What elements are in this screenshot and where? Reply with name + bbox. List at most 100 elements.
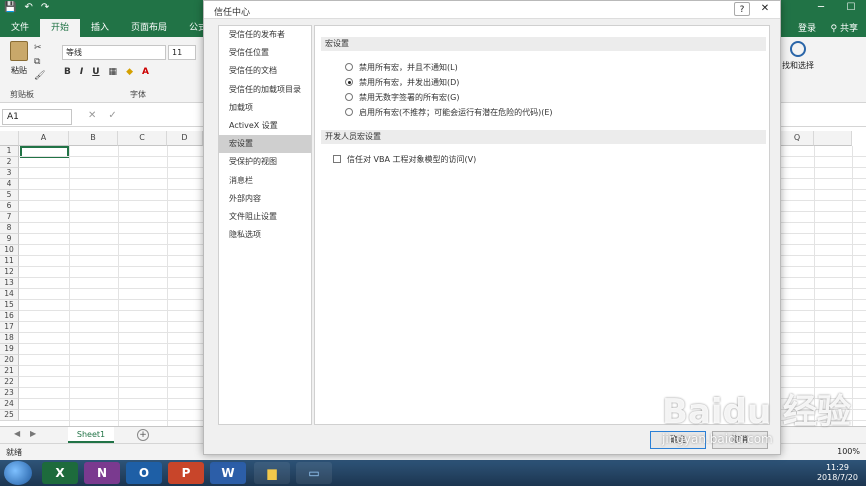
taskbar-outlook[interactable]: O: [126, 462, 162, 484]
find-select-button[interactable]: 找和选择: [780, 41, 816, 71]
font-group-label: 字体: [130, 90, 146, 99]
row-header-25[interactable]: 25: [0, 410, 19, 421]
row-header-10[interactable]: 10: [0, 245, 19, 256]
row-header-21[interactable]: 21: [0, 366, 19, 377]
border-icon[interactable]: ▦: [109, 67, 118, 77]
radio-disable-with-notify[interactable]: 禁用所有宏，并发出通知(D): [345, 75, 459, 89]
start-button[interactable]: [4, 461, 32, 485]
select-all-corner[interactable]: [0, 131, 19, 146]
taskbar-explorer[interactable]: ▆: [254, 462, 290, 484]
row-header-15[interactable]: 15: [0, 300, 19, 311]
nav-item-activex-settings[interactable]: ActiveX 设置: [219, 117, 311, 135]
bold-button[interactable]: B: [64, 67, 71, 77]
radio-disable-unsigned[interactable]: 禁用无数字签署的所有宏(G): [345, 90, 459, 104]
row-header-12[interactable]: 12: [0, 267, 19, 278]
radio-disable-with-notify-icon: [345, 78, 353, 86]
taskbar-excel[interactable]: X: [42, 462, 78, 484]
minimize-icon[interactable]: ─: [806, 0, 836, 16]
nav-item-message-bar[interactable]: 消息栏: [219, 172, 311, 190]
underline-button[interactable]: U: [92, 67, 99, 77]
next-sheet-icon[interactable]: ▶: [30, 429, 36, 438]
font-size-select[interactable]: 11: [168, 45, 196, 60]
nav-item-privacy-options[interactable]: 隐私选项: [219, 226, 311, 244]
row-header-16[interactable]: 16: [0, 311, 19, 322]
quick-access-toolbar: 💾 ↶ ↷: [4, 2, 49, 16]
column-header-c[interactable]: C: [118, 131, 167, 146]
column-header-b[interactable]: B: [69, 131, 118, 146]
row-header-22[interactable]: 22: [0, 377, 19, 388]
windows-taskbar: X N O P W ▆ ▭ 11:29 2018/7/20: [0, 460, 866, 486]
tab-insert[interactable]: 插入: [80, 19, 120, 37]
tab-page-layout[interactable]: 页面布局: [120, 19, 178, 37]
nav-item-file-block-settings[interactable]: 文件阻止设置: [219, 208, 311, 226]
row-header-2[interactable]: 2: [0, 157, 19, 168]
redo-icon[interactable]: ↷: [41, 2, 49, 16]
cancel-icon[interactable]: ✕: [88, 110, 96, 121]
help-icon[interactable]: ?: [734, 2, 750, 16]
row-header-1[interactable]: 1: [0, 146, 19, 157]
nav-item-macro-settings[interactable]: 宏设置: [219, 135, 311, 154]
vba-trust-checkbox[interactable]: 信任对 VBA 工程对象模型的访问(V): [333, 152, 476, 166]
confirm-icon[interactable]: ✓: [108, 110, 116, 121]
row-header-17[interactable]: 17: [0, 322, 19, 333]
row-header-8[interactable]: 8: [0, 223, 19, 234]
row-header-13[interactable]: 13: [0, 278, 19, 289]
column-header-q[interactable]: Q: [780, 131, 814, 146]
paste-button[interactable]: 粘贴: [6, 41, 32, 85]
status-text: 就绪: [6, 448, 22, 457]
name-box[interactable]: A1: [2, 109, 72, 125]
prev-sheet-icon[interactable]: ◀: [14, 429, 20, 438]
row-header-3[interactable]: 3: [0, 168, 19, 179]
tab-file[interactable]: 文件: [0, 19, 40, 37]
italic-button[interactable]: I: [80, 67, 83, 77]
radio-disable-no-notify[interactable]: 禁用所有宏，并且不通知(L): [345, 60, 458, 74]
taskbar-word[interactable]: W: [210, 462, 246, 484]
undo-icon[interactable]: ↶: [24, 2, 32, 16]
row-header-18[interactable]: 18: [0, 333, 19, 344]
taskbar-window-switch[interactable]: ▭: [296, 462, 332, 484]
sheet-tab-sheet1[interactable]: Sheet1: [68, 427, 114, 443]
nav-item-protected-view[interactable]: 受保护的视图: [219, 153, 311, 171]
row-header-24[interactable]: 24: [0, 399, 19, 410]
radio-enable-all[interactable]: 启用所有宏(不推荐；可能会运行有潜在危险的代码)(E): [345, 105, 553, 119]
nav-item-trusted-locations[interactable]: 受信任位置: [219, 44, 311, 62]
column-header-r[interactable]: [814, 131, 852, 146]
fill-color-icon[interactable]: ◆: [126, 67, 133, 77]
save-icon[interactable]: 💾: [4, 2, 16, 16]
share-button[interactable]: ⚲ 共享: [831, 21, 858, 34]
grid-column-line: [167, 146, 168, 426]
tab-home[interactable]: 开始: [40, 19, 81, 37]
nav-item-addins[interactable]: 加载项: [219, 99, 311, 117]
format-painter-icon[interactable]: 🖌: [34, 69, 48, 83]
maximize-icon[interactable]: ☐: [836, 0, 866, 16]
taskbar-onenote[interactable]: N: [84, 462, 120, 484]
row-header-20[interactable]: 20: [0, 355, 19, 366]
row-header-11[interactable]: 11: [0, 256, 19, 267]
copy-icon[interactable]: ⧉: [34, 55, 48, 69]
row-header-19[interactable]: 19: [0, 344, 19, 355]
row-header-7[interactable]: 7: [0, 212, 19, 223]
row-header-14[interactable]: 14: [0, 289, 19, 300]
column-header-d[interactable]: D: [167, 131, 203, 146]
nav-item-trusted-documents[interactable]: 受信任的文档: [219, 62, 311, 80]
clipboard-tools: ✂ ⧉ 🖌: [34, 41, 48, 83]
column-header-a[interactable]: A: [19, 131, 69, 146]
grid-column-line: [118, 146, 119, 426]
row-header-4[interactable]: 4: [0, 179, 19, 190]
row-header-6[interactable]: 6: [0, 201, 19, 212]
taskbar-powerpoint[interactable]: P: [168, 462, 204, 484]
nav-item-external-content[interactable]: 外部内容: [219, 190, 311, 208]
baidu-watermark: Baidu 经验 jingyan.baidu.com: [662, 392, 862, 462]
signin-link[interactable]: 登录: [798, 21, 816, 34]
row-header-23[interactable]: 23: [0, 388, 19, 399]
font-color-icon[interactable]: A: [142, 67, 149, 77]
tray-clock[interactable]: 11:29 2018/7/20: [817, 463, 858, 483]
close-icon[interactable]: ✕: [754, 2, 776, 16]
add-sheet-icon[interactable]: +: [137, 429, 149, 441]
row-header-9[interactable]: 9: [0, 234, 19, 245]
nav-item-trusted-publishers[interactable]: 受信任的发布者: [219, 26, 311, 44]
nav-item-trusted-addin-catalogs[interactable]: 受信任的加载项目录: [219, 81, 311, 99]
cut-icon[interactable]: ✂: [34, 41, 48, 55]
font-name-select[interactable]: 等线: [62, 45, 166, 60]
row-header-5[interactable]: 5: [0, 190, 19, 201]
